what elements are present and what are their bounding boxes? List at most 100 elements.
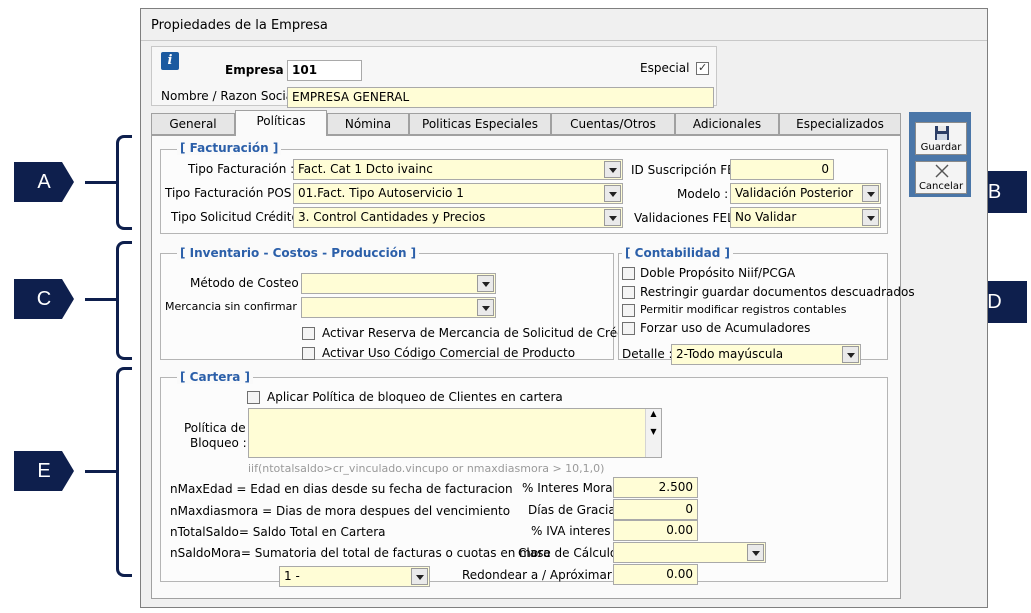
permitir-modificar-label: Permitir modificar registros contables <box>640 303 847 316</box>
interes-mora-label: % Interes Mora : <box>522 481 621 495</box>
iva-interes-label: % IVA interes : <box>531 524 619 538</box>
tab-cuentas-otros[interactable]: Cuentas/Otros <box>551 113 675 135</box>
select-value: 1 - <box>284 569 300 583</box>
select-value: Validación Posterior <box>735 186 853 200</box>
inventario-title: [ Inventario - Costos - Producción ] <box>177 246 420 260</box>
select-value: No Validar <box>735 210 797 224</box>
metodo-costeo-select[interactable] <box>301 273 496 294</box>
info-icon[interactable]: i <box>161 52 179 70</box>
select-value: 01.Fact. Tipo Autoservicio 1 <box>298 186 464 200</box>
floppy-disk-icon <box>935 126 949 140</box>
tab-label: Cuentas/Otros <box>570 117 656 131</box>
chevron-down-icon[interactable] <box>862 209 879 226</box>
metodo-costeo-label: Método de Costeo : <box>190 276 307 290</box>
validaciones-label: Validaciones FEL : <box>634 211 742 225</box>
chevron-down-icon[interactable] <box>862 185 879 202</box>
modelo-select[interactable]: Validación Posterior <box>730 183 881 204</box>
iva-interes-input[interactable]: 0.00 <box>613 520 698 541</box>
validaciones-select[interactable]: No Validar <box>730 207 881 228</box>
tab-nomina[interactable]: Nómina <box>327 113 409 135</box>
legend-saldo-mora: nSaldoMora= Sumatoria del total de factu… <box>170 546 551 560</box>
dias-gracia-label: Días de Gracia : <box>528 503 624 517</box>
tipo-facturacion-select[interactable]: Fact. Cat 1 Dcto ivainc <box>293 159 623 180</box>
permitir-modificar-checkbox[interactable] <box>622 304 635 317</box>
tab-label: Adicionales <box>692 117 762 131</box>
chevron-down-icon[interactable] <box>411 568 428 585</box>
contabilidad-title: [ Contabilidad ] <box>622 246 733 260</box>
chevron-down-icon[interactable] <box>604 161 621 178</box>
reserva-checkbox[interactable] <box>302 327 315 340</box>
bracket-a <box>116 135 132 230</box>
tipo-credito-select[interactable]: 3. Control Cantidades y Precios <box>293 207 623 228</box>
cancelar-button[interactable]: Cancelar <box>915 161 967 194</box>
tab-especializados[interactable]: Especializados <box>779 113 901 135</box>
politica-bloqueo-textarea[interactable]: ▲ ▼ <box>248 408 662 458</box>
restringir-label: Restringir guardar documentos descuadrad… <box>640 285 915 299</box>
clase-calculo-label: Clase de Cálculo : <box>518 546 626 560</box>
select-value: 2-Todo mayúscula <box>676 347 784 361</box>
callout-a: A <box>14 162 74 202</box>
connector-a <box>85 181 116 184</box>
redondear-input[interactable]: 0.00 <box>613 564 698 585</box>
legend-max-edad: nMaxEdad = Edad en dias desde su fecha d… <box>170 482 513 496</box>
especial-checkbox[interactable] <box>696 61 709 75</box>
tab-general[interactable]: General <box>151 113 235 135</box>
politica-label-line1: Política de <box>184 421 246 435</box>
tab-label: Nómina <box>344 117 392 131</box>
tipo-pos-label: Tipo Facturación POS : <box>165 186 300 200</box>
select-value: 3. Control Cantidades y Precios <box>298 210 486 224</box>
doble-proposito-checkbox[interactable] <box>622 267 635 280</box>
connector-c <box>85 298 116 301</box>
aplicar-bloqueo-checkbox[interactable] <box>247 391 260 404</box>
tipo-facturacion-label: Tipo Facturación : <box>188 162 295 176</box>
chevron-down-icon[interactable] <box>477 275 494 292</box>
empresa-label: Empresa <box>225 63 284 77</box>
nombre-input[interactable]: EMPRESA GENERAL <box>287 87 714 108</box>
redondeo-tipo-select[interactable]: 1 - <box>279 566 430 587</box>
tipo-credito-label: Tipo Solicitud Crédito: <box>171 210 303 224</box>
tab-label: Especializados <box>796 117 884 131</box>
especial-label: Especial <box>640 61 690 75</box>
tipo-pos-select[interactable]: 01.Fact. Tipo Autoservicio 1 <box>293 183 623 204</box>
mercancia-select[interactable] <box>301 297 496 318</box>
bracket-e <box>116 367 132 577</box>
tab-label: Politicas Especiales <box>422 117 538 131</box>
id-suscripcion-label: ID Suscripción FE : <box>631 163 743 177</box>
empresa-input[interactable]: 101 <box>287 60 362 81</box>
properties-window: Propiedades de la Empresa i Empresa 101 … <box>140 8 988 608</box>
redondear-label: Redondear a / Apróximar a : <box>462 568 631 582</box>
codigo-comercial-label: Activar Uso Código Comercial de Producto <box>322 346 576 360</box>
id-suscripcion-input[interactable]: 0 <box>730 159 834 180</box>
company-header: i Empresa 101 Especial Nombre / Razon So… <box>151 46 717 108</box>
clase-calculo-select[interactable] <box>613 542 766 563</box>
chevron-down-icon[interactable] <box>604 185 621 202</box>
scrollbar[interactable]: ▲ ▼ <box>645 409 661 457</box>
mercancia-label: Mercancia sin confirmar : <box>165 300 305 313</box>
forzar-acumuladores-checkbox[interactable] <box>622 322 635 335</box>
politica-hint: iif(ntotalsaldo>cr_vinculado.vincupo or … <box>248 462 605 475</box>
chevron-down-icon[interactable] <box>747 544 764 561</box>
aplicar-bloqueo-label: Aplicar Política de bloqueo de Clientes … <box>267 390 563 404</box>
politicas-panel: [ Facturación ] Tipo Facturación : Fact.… <box>151 135 915 599</box>
doble-proposito-label: Doble Propósito Niif/PCGA <box>640 266 796 280</box>
title-separator <box>141 40 987 41</box>
dias-gracia-input[interactable]: 0 <box>613 499 698 520</box>
tab-politicas-especiales[interactable]: Politicas Especiales <box>409 113 551 135</box>
detalle-select[interactable]: 2-Todo mayúscula <box>671 344 861 365</box>
chevron-down-icon[interactable] <box>604 209 621 226</box>
chevron-down-icon[interactable] <box>477 299 494 316</box>
interes-mora-input[interactable]: 2.500 <box>613 477 698 498</box>
codigo-comercial-checkbox[interactable] <box>302 347 315 360</box>
callout-c: C <box>14 279 74 319</box>
chevron-down-icon[interactable] <box>842 346 859 363</box>
cartera-title: [ Cartera ] <box>177 370 254 384</box>
modelo-label: Modelo : <box>677 187 729 201</box>
guardar-label: Guardar <box>920 142 962 153</box>
restringir-checkbox[interactable] <box>622 286 635 299</box>
tab-adicionales[interactable]: Adicionales <box>675 113 779 135</box>
tab-politicas[interactable]: Políticas <box>235 110 327 136</box>
action-panel: Guardar Cancelar <box>909 112 971 197</box>
close-icon <box>935 164 949 178</box>
guardar-button[interactable]: Guardar <box>915 122 967 155</box>
nombre-label: Nombre / Razon Social <box>161 89 297 103</box>
